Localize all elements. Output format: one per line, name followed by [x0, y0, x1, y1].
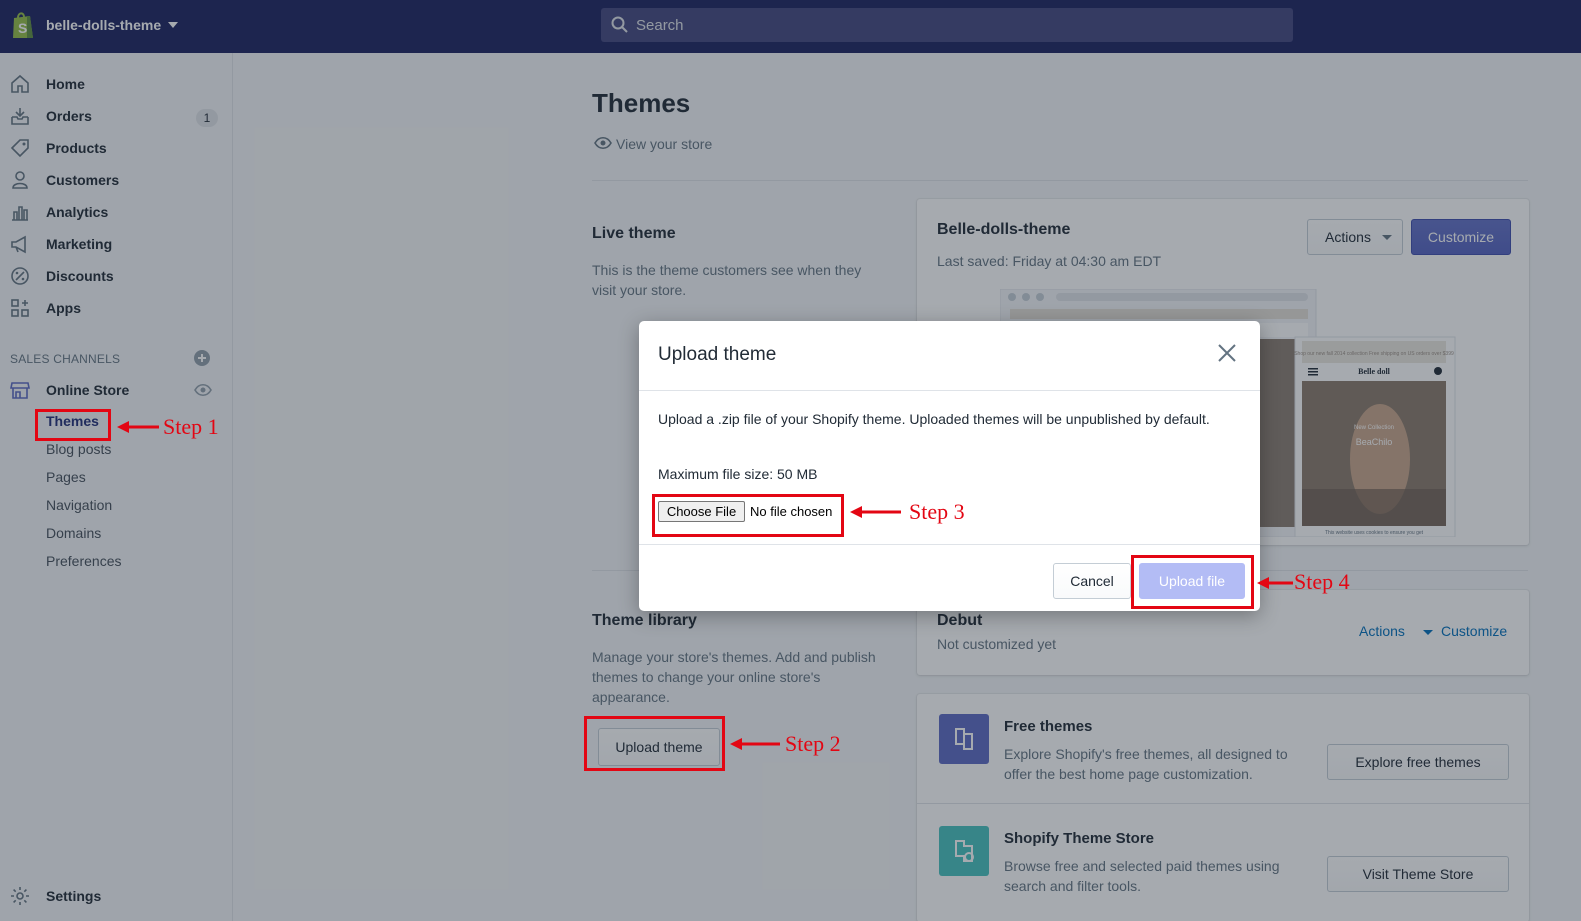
step4-label: Step 4: [1294, 569, 1350, 594]
divider: [639, 544, 1260, 545]
step3-highlight: [652, 494, 844, 537]
max-file-size: Maximum file size: 50 MB: [658, 466, 818, 482]
modal-description: Upload a .zip file of your Shopify theme…: [658, 411, 1210, 427]
step1-label: Step 1: [163, 414, 219, 439]
step4-highlight: [1131, 555, 1254, 609]
step3-label: Step 3: [909, 499, 965, 524]
step2-label: Step 2: [785, 731, 841, 756]
step1-highlight: [35, 409, 111, 441]
divider: [639, 390, 1260, 391]
step2-arrow-icon: [730, 738, 780, 750]
close-icon[interactable]: [1217, 343, 1237, 363]
step2-highlight: [584, 716, 725, 771]
step4-arrow-icon: [1257, 577, 1293, 589]
modal-title: Upload theme: [658, 344, 777, 365]
step3-arrow-icon: [850, 506, 901, 518]
cancel-button[interactable]: Cancel: [1053, 563, 1131, 599]
step1-arrow-icon: [117, 421, 159, 433]
